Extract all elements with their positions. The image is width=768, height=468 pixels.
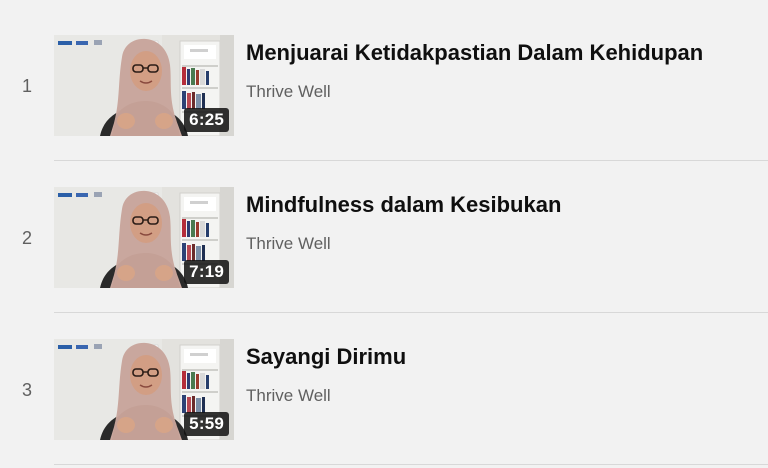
divider [54,312,768,313]
playlist-item[interactable]: 2 7:19 Mindfulness dalam Kesibukan Thriv… [0,162,768,314]
duration-badge: 7:19 [184,260,229,284]
playlist: 1 6:25 Menjuarai Ketidakpastian Dalam Ke… [0,0,768,468]
duration-badge: 5:59 [184,412,229,436]
video-thumbnail[interactable]: 6:25 [54,35,234,136]
playlist-item[interactable]: 3 5:59 Sayangi Dirimu Thrive Well [0,314,768,466]
divider [54,160,768,161]
video-thumbnail[interactable]: 5:59 [54,339,234,440]
divider [54,464,768,465]
playlist-item[interactable]: 1 6:25 Menjuarai Ketidakpastian Dalam Ke… [0,10,768,162]
channel-name[interactable]: Thrive Well [246,82,331,102]
channel-name[interactable]: Thrive Well [246,234,331,254]
item-index: 2 [21,228,32,248]
video-title[interactable]: Menjuarai Ketidakpastian Dalam Kehidupan [246,40,703,66]
item-index: 1 [21,76,32,96]
item-index: 3 [21,380,32,400]
video-thumbnail[interactable]: 7:19 [54,187,234,288]
duration-badge: 6:25 [184,108,229,132]
channel-name[interactable]: Thrive Well [246,386,331,406]
video-title[interactable]: Sayangi Dirimu [246,344,406,370]
video-title[interactable]: Mindfulness dalam Kesibukan [246,192,561,218]
